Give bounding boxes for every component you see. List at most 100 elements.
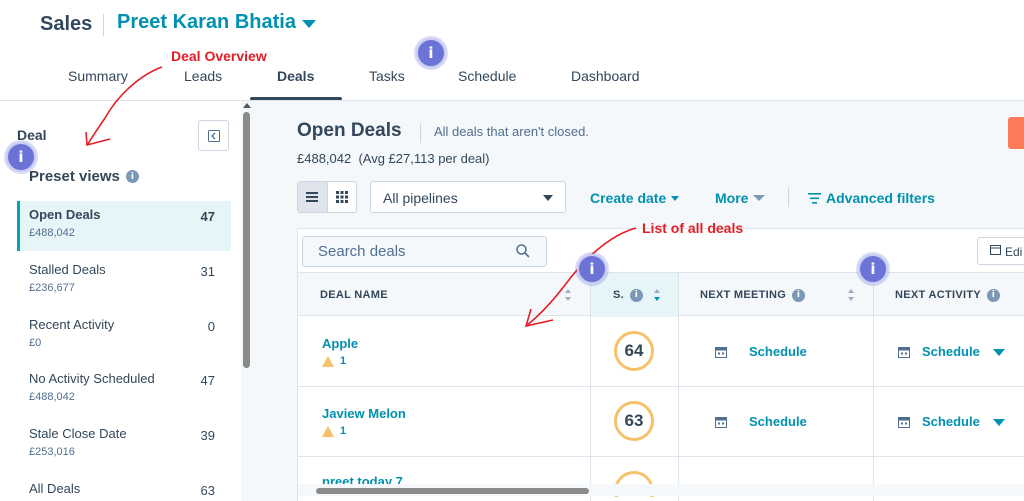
- chevron-down-icon: [543, 195, 553, 201]
- view-item-stalled-deals[interactable]: Stalled Deals 31 £236,677: [17, 256, 231, 306]
- edit-columns-button[interactable]: Edi: [977, 237, 1024, 265]
- sort-descending-icon[interactable]: [653, 288, 661, 302]
- table-horizontal-scrollbar[interactable]: [298, 484, 1024, 496]
- tab-schedule[interactable]: Schedule: [458, 68, 516, 84]
- page-description: All deals that aren't closed.: [434, 124, 589, 139]
- view-item-no-activity-scheduled[interactable]: No Activity Scheduled 47 £488,042: [17, 365, 231, 415]
- deals-table: Search deals Edi DEAL NAME S. i NEXT MEE…: [297, 228, 1024, 501]
- scroll-up-arrow-icon[interactable]: [243, 103, 251, 108]
- tab-deals[interactable]: Deals: [277, 68, 314, 84]
- info-bubble-score[interactable]: i: [577, 254, 607, 284]
- advanced-filters-label: Advanced filters: [826, 190, 935, 206]
- info-icon[interactable]: i: [792, 288, 806, 302]
- advanced-filters-button[interactable]: Advanced filters: [808, 190, 935, 206]
- tab-leads[interactable]: Leads: [184, 68, 222, 84]
- view-count: 39: [200, 428, 215, 443]
- tab-summary[interactable]: Summary: [68, 68, 128, 84]
- board-view-button[interactable]: [328, 182, 357, 212]
- info-icon[interactable]: i: [630, 288, 643, 302]
- pipeline-select-value: All pipelines: [383, 190, 458, 206]
- calendar-icon: [898, 347, 910, 358]
- search-icon[interactable]: [516, 244, 530, 258]
- info-bubble-tabs[interactable]: i: [416, 38, 446, 68]
- view-amount: £0: [29, 337, 42, 349]
- annotation-deal-overview: Deal Overview: [171, 48, 267, 64]
- pipeline-select[interactable]: All pipelines: [370, 181, 566, 213]
- info-icon[interactable]: i: [125, 170, 139, 183]
- deal-score: 64: [614, 331, 654, 371]
- chevron-down-icon: [671, 195, 680, 201]
- title-divider: [420, 123, 421, 143]
- more-filters-button[interactable]: More: [715, 190, 766, 206]
- tab-tasks[interactable]: Tasks: [369, 68, 405, 84]
- list-view-button[interactable]: [298, 182, 328, 212]
- chevron-down-icon[interactable]: [993, 349, 1005, 356]
- create-date-filter[interactable]: Create date: [590, 190, 680, 206]
- column-header-score[interactable]: S. i: [591, 273, 678, 317]
- chevron-down-icon: [301, 20, 316, 28]
- view-count: 0: [207, 319, 215, 334]
- columns-icon: [990, 245, 1001, 255]
- schedule-activity-link[interactable]: Schedule: [922, 414, 980, 429]
- view-item-stale-close-date[interactable]: Stale Close Date 39 £253,016: [17, 420, 231, 470]
- view-count: 63: [200, 483, 215, 498]
- column-label: NEXT MEETING: [700, 289, 787, 301]
- column-label: NEXT ACTIVITY: [895, 289, 981, 301]
- deal-name-link[interactable]: Jaview Melon: [322, 406, 406, 421]
- info-icon[interactable]: i: [987, 288, 1000, 302]
- deal-name-link[interactable]: Apple: [322, 336, 358, 351]
- info-bubble-activity[interactable]: i: [858, 254, 888, 284]
- deal-total: £488,042 (Avg £27,113 per deal): [297, 151, 490, 166]
- search-placeholder: Search deals: [318, 243, 406, 260]
- main-content: Open Deals All deals that aren't closed.…: [253, 101, 1024, 501]
- page-title: Open Deals: [297, 120, 402, 141]
- search-deals-input[interactable]: Search deals: [302, 236, 547, 267]
- schedule-meeting-link[interactable]: Schedule: [749, 344, 807, 359]
- view-amount: £236,677: [29, 282, 75, 294]
- title-divider: [103, 14, 104, 36]
- list-icon: [306, 192, 319, 202]
- info-bubble-sidebar[interactable]: i: [6, 142, 36, 172]
- sidebar: Deal Preset views i Open Deals 47 £488,0…: [0, 101, 241, 501]
- more-label: More: [715, 190, 749, 206]
- user-name: Preet Karan Bhatia: [117, 11, 296, 33]
- calendar-icon: [898, 417, 910, 428]
- view-item-open-deals[interactable]: Open Deals 47 £488,042: [17, 201, 231, 251]
- chevron-down-icon[interactable]: [993, 419, 1005, 426]
- schedule-activity-link[interactable]: Schedule: [922, 344, 980, 359]
- sidebar-scroll-thumb[interactable]: [243, 112, 250, 368]
- filter-divider: [788, 187, 789, 207]
- preset-views-label: Preset views: [29, 168, 120, 185]
- view-amount: £488,042: [29, 227, 75, 239]
- column-header-next-activity[interactable]: NEXT ACTIVITY i: [895, 273, 1024, 317]
- sort-icon[interactable]: [847, 288, 855, 302]
- deal-warning[interactable]: 1: [322, 355, 346, 367]
- sort-icon[interactable]: [564, 288, 572, 302]
- tab-dashboard[interactable]: Dashboard: [571, 68, 640, 84]
- column-label: S.: [613, 289, 624, 301]
- horizontal-scroll-thumb[interactable]: [316, 488, 589, 494]
- view-mode-toggle[interactable]: [297, 181, 357, 213]
- view-amount: £488,042: [29, 391, 75, 403]
- deal-warning[interactable]: 1: [322, 425, 346, 437]
- chevron-down-icon: [753, 195, 766, 201]
- calendar-icon: [715, 347, 727, 358]
- preset-views-heading: Preset views i: [29, 168, 139, 185]
- create-date-label: Create date: [590, 190, 667, 206]
- warning-icon: [322, 355, 334, 367]
- collapse-left-icon: [207, 129, 220, 142]
- view-count: 47: [200, 373, 215, 388]
- app-title: Sales: [40, 13, 93, 35]
- column-header-deal-name[interactable]: DEAL NAME: [320, 273, 590, 317]
- column-header-next-meeting[interactable]: NEXT MEETING i: [700, 273, 860, 317]
- view-item-recent-activity[interactable]: Recent Activity 0 £0: [17, 311, 231, 361]
- deal-score: 63: [614, 401, 654, 441]
- warning-count: 1: [340, 425, 347, 437]
- view-item-all-deals[interactable]: All Deals 63: [17, 475, 231, 501]
- schedule-meeting-link[interactable]: Schedule: [749, 414, 807, 429]
- warning-count: 1: [340, 355, 347, 367]
- user-switcher[interactable]: Preet Karan Bhatia: [117, 11, 316, 34]
- create-deal-button[interactable]: [1008, 117, 1024, 149]
- collapse-sidebar-button[interactable]: [198, 120, 229, 151]
- table-row: Apple 1 64 Schedule Schedule: [298, 317, 1024, 387]
